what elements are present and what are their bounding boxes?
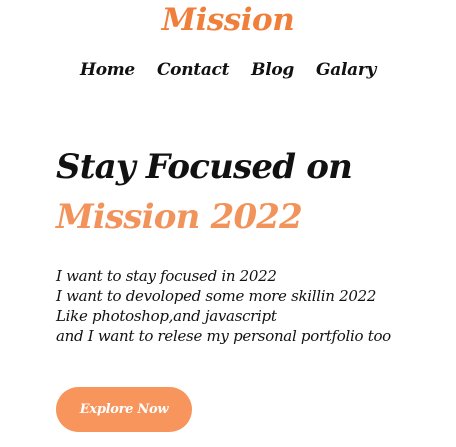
brand-logo[interactable]: Mission xyxy=(0,2,456,38)
explore-now-button[interactable]: Explore Now xyxy=(56,387,192,432)
description-line: Like photoshop,and javascript xyxy=(56,307,277,325)
nav-link-home[interactable]: Home xyxy=(80,60,135,80)
description-line: I want to stay focused in 2022 xyxy=(56,267,277,285)
description-line: and I want to relese my personal portfol… xyxy=(56,327,391,345)
nav-link-contact[interactable]: Contact xyxy=(157,60,230,80)
hero-title-line1: Stay Focused on xyxy=(56,147,353,187)
description-line: I want to devoloped some more skillin 20… xyxy=(56,287,377,305)
hero-title-line2: Mission 2022 xyxy=(56,197,303,237)
nav-link-blog[interactable]: Blog xyxy=(251,60,294,80)
main-nav: Home Contact Blog Galary xyxy=(0,60,456,80)
hero-description: I want to stay focused in 2022 I want to… xyxy=(56,266,391,346)
nav-link-galary[interactable]: Galary xyxy=(316,60,376,80)
hero-title: Stay Focused on Mission 2022 xyxy=(56,142,353,242)
